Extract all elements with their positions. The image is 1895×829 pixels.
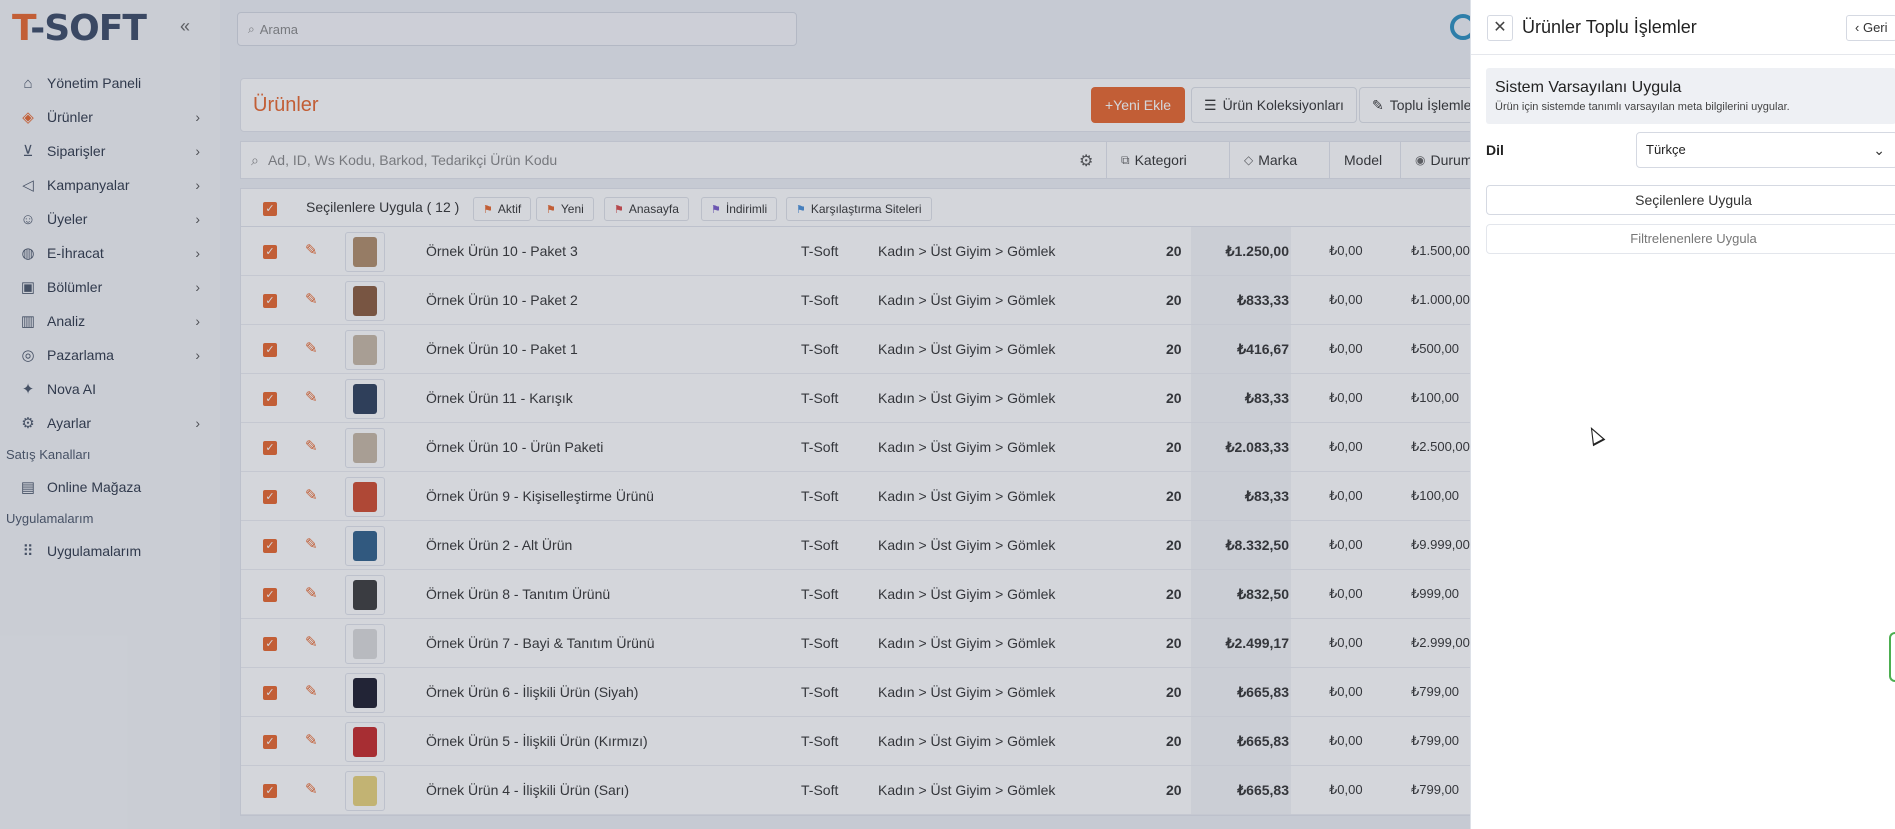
- apply-filtered-button[interactable]: Filtrelenenlere Uygula: [1486, 224, 1895, 254]
- bulk-actions-panel: ✕ Ürünler Toplu İşlemler ‹ Geri Sistem V…: [1470, 0, 1895, 829]
- panel-title: Ürünler Toplu İşlemler: [1522, 17, 1697, 37]
- modal-backdrop[interactable]: [0, 0, 1470, 829]
- chevron-left-icon: ‹: [1855, 20, 1863, 35]
- language-select[interactable]: Türkçe ⌄: [1636, 132, 1895, 168]
- back-button[interactable]: ‹ Geri: [1846, 15, 1895, 41]
- close-icon[interactable]: ✕: [1487, 15, 1513, 41]
- app-window: T-SOFT « ⌂ Yönetim Paneli ◈ Ürünler › ⊻ Sipari…: [0, 0, 1895, 829]
- section-title: Sistem Varsayılanı Uygula: [1495, 79, 1682, 96]
- apply-selected-button[interactable]: Seçilenlere Uygula: [1486, 185, 1895, 215]
- chevron-down-icon: ⌄: [1873, 142, 1885, 158]
- section-description: Ürün için sistemde tanımlı varsayılan me…: [1495, 101, 1790, 113]
- side-tab-handle[interactable]: [1889, 632, 1895, 682]
- section-header: Sistem Varsayılanı Uygula Ürün için sist…: [1486, 68, 1895, 124]
- language-label: Dil: [1486, 142, 1504, 158]
- divider: [1471, 54, 1895, 55]
